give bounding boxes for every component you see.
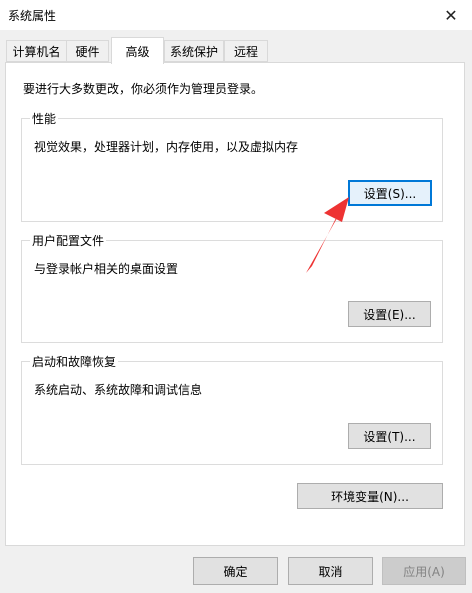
user-profiles-description: 与登录帐户相关的桌面设置	[34, 262, 179, 276]
performance-settings-button[interactable]: 设置(S)...	[348, 180, 432, 206]
performance-description: 视觉效果，处理器计划，内存使用，以及虚拟内存	[34, 140, 299, 154]
startup-recovery-description: 系统启动、系统故障和调试信息	[34, 383, 203, 397]
tab-computer-name[interactable]: 计算机名	[6, 40, 67, 62]
user-profiles-label: 用户配置文件	[30, 232, 107, 249]
startup-recovery-label: 启动和故障恢复	[30, 353, 119, 370]
title-bar: 系统属性 ✕	[0, 0, 472, 30]
performance-group: 性能 视觉效果，处理器计划，内存使用，以及虚拟内存	[21, 110, 443, 222]
tab-advanced[interactable]: 高级	[111, 37, 164, 64]
ok-button[interactable]: 确定	[193, 557, 278, 585]
tab-remote[interactable]: 远程	[224, 40, 268, 62]
user-profiles-group: 用户配置文件 与登录帐户相关的桌面设置	[21, 232, 443, 343]
tab-system-protection[interactable]: 系统保护	[164, 40, 224, 62]
cancel-button[interactable]: 取消	[288, 557, 373, 585]
performance-label: 性能	[30, 110, 59, 127]
startup-recovery-group: 启动和故障恢复 系统启动、系统故障和调试信息	[21, 353, 443, 465]
close-icon[interactable]: ✕	[438, 5, 464, 25]
apply-button[interactable]: 应用(A)	[382, 557, 466, 585]
user-profiles-settings-button[interactable]: 设置(E)...	[348, 301, 431, 327]
environment-variables-button[interactable]: 环境变量(N)...	[297, 483, 443, 509]
startup-recovery-settings-button[interactable]: 设置(T)...	[348, 423, 431, 449]
admin-notice: 要进行大多数更改，你必须作为管理员登录。	[23, 82, 264, 96]
tab-hardware[interactable]: 硬件	[66, 40, 109, 62]
window-title: 系统属性	[8, 9, 57, 23]
